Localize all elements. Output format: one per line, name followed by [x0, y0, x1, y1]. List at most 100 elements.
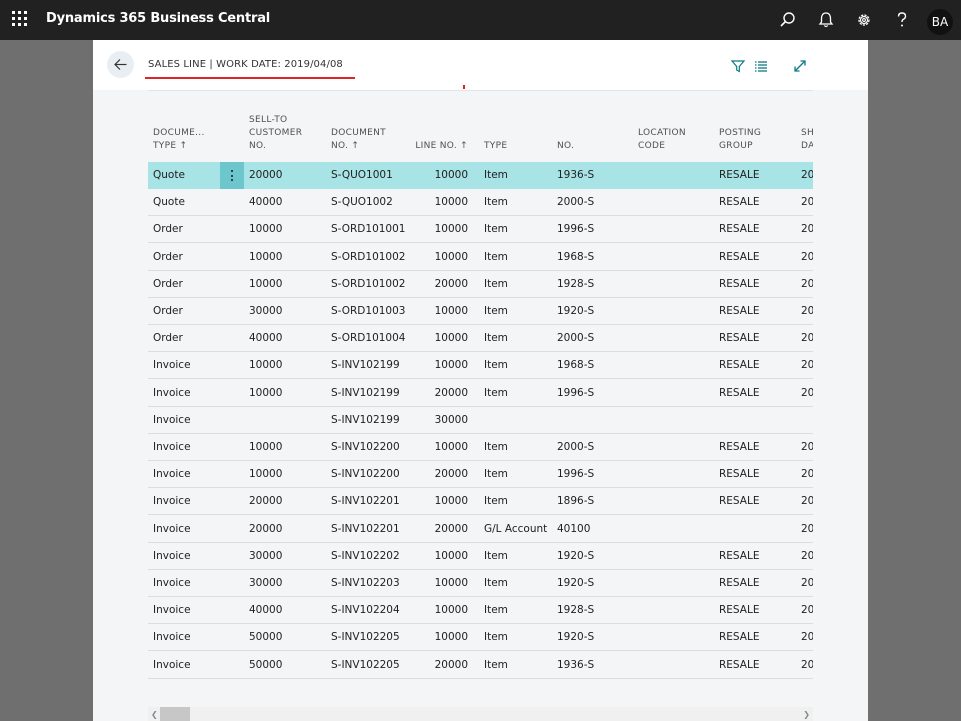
waffle-icon[interactable]: [12, 11, 28, 27]
cell-doc-type[interactable]: Invoice: [153, 359, 219, 371]
cell-line-no: 20000: [434, 386, 468, 399]
cell-doc-no[interactable]: S-INV102199: [331, 387, 411, 399]
cell-no: 1996-S: [557, 468, 595, 481]
table-row[interactable]: Invoice 50000 S-INV102205 20000 Item 1936-S RE…: [148, 652, 813, 679]
cell-doc-type[interactable]: Invoice: [153, 495, 219, 507]
table-row[interactable]: Invoice 10000 S-INV102199 10000 Item 1968-S RE…: [148, 352, 813, 380]
cell-shipment-date: 20: [801, 495, 813, 508]
table-row[interactable]: Order 40000 S-ORD101004 10000 Item 2000-S RESA…: [148, 325, 813, 353]
cell-doc-no[interactable]: S-INV102199: [331, 359, 411, 371]
cell-shipment-date: 20: [801, 577, 813, 589]
column-header-shipment-date[interactable]: SH DA: [801, 127, 813, 153]
dialog-header: SALES LINE | WORK DATE: 2019/04/08: [93, 40, 868, 90]
horizontal-scrollbar[interactable]: ❮ ❯: [148, 707, 813, 721]
column-header-location[interactable]: LOCATION CODE: [638, 127, 708, 153]
list-icon[interactable]: [753, 58, 769, 74]
column-header-customer[interactable]: SELL-TO CUSTOMER NO.: [249, 114, 324, 153]
column-header-posting-group[interactable]: POSTING GROUP: [719, 127, 789, 153]
row-menu-button[interactable]: [220, 162, 244, 189]
cell-doc-no[interactable]: S-INV102204: [331, 604, 411, 616]
column-header-line: TYPE: [484, 141, 508, 151]
cell-doc-no[interactable]: S-ORD101001: [331, 223, 411, 235]
cell-line-no: 20000: [434, 658, 468, 671]
table-row[interactable]: Invoice 30000 S-INV102202 10000 Item 1920-S RE…: [148, 543, 813, 570]
cell-no: 1936-S: [557, 169, 595, 181]
bell-icon[interactable]: [816, 10, 836, 30]
cell-doc-type[interactable]: Invoice: [153, 414, 219, 426]
cell-doc-type[interactable]: Order: [153, 332, 219, 344]
cell-doc-no[interactable]: S-INV102201: [331, 523, 411, 535]
cell-doc-type[interactable]: Invoice: [153, 631, 219, 643]
cell-customer: 50000: [249, 631, 283, 644]
cell-no: 1920-S: [557, 631, 595, 644]
cell-line-no: 30000: [434, 413, 468, 426]
column-header-no[interactable]: NO.: [557, 140, 627, 153]
cell-doc-no[interactable]: S-QUO1001: [331, 169, 411, 181]
cell-doc-no[interactable]: S-INV102199: [331, 414, 411, 426]
table-row[interactable]: Invoice 40000 S-INV102204 10000 Item 1928-S RE…: [148, 597, 813, 625]
cell-type: Item: [484, 631, 508, 644]
scroll-right-icon[interactable]: ❯: [803, 710, 810, 719]
cell-doc-no[interactable]: S-ORD101004: [331, 332, 411, 344]
cell-doc-no[interactable]: S-QUO1002: [331, 196, 411, 208]
table-row[interactable]: Quote 20000 S-QUO1001 10000 Item 1936-S RESALE…: [148, 162, 813, 189]
cell-doc-no[interactable]: S-ORD101002: [331, 251, 411, 263]
cell-doc-no[interactable]: S-ORD101002: [331, 278, 411, 290]
cell-doc-type[interactable]: Invoice: [153, 387, 219, 399]
search-icon[interactable]: [778, 10, 798, 30]
table-row[interactable]: Order 10000 S-ORD101002 20000 Item 1928-S RESA…: [148, 271, 813, 298]
filter-icon[interactable]: [730, 58, 746, 74]
table-row[interactable]: Order 10000 S-ORD101002 10000 Item 1968-S RESA…: [148, 244, 813, 271]
expand-icon[interactable]: [792, 58, 808, 74]
cell-doc-type[interactable]: Invoice: [153, 659, 219, 671]
cell-doc-type[interactable]: Invoice: [153, 441, 219, 453]
cell-doc-type[interactable]: Order: [153, 305, 219, 317]
cell-doc-no[interactable]: S-INV102200: [331, 468, 411, 480]
table-row[interactable]: Invoice 50000 S-INV102205 10000 Item 1920-S RE…: [148, 624, 813, 652]
cell-doc-no[interactable]: S-INV102202: [331, 550, 411, 562]
cell-doc-no[interactable]: S-INV102200: [331, 441, 411, 453]
cell-type: Item: [484, 332, 508, 345]
cell-doc-type[interactable]: Invoice: [153, 523, 219, 535]
back-button[interactable]: [107, 51, 134, 78]
cell-doc-no[interactable]: S-INV102205: [331, 659, 411, 671]
table-row[interactable]: Invoice 20000 S-INV102201 20000 G/L Account 4…: [148, 516, 813, 543]
back-arrow-icon: [114, 59, 127, 70]
cell-doc-type[interactable]: Invoice: [153, 604, 219, 616]
table-row[interactable]: Quote 40000 S-QUO1002 10000 Item 2000-S RESALE…: [148, 189, 813, 217]
cell-doc-type[interactable]: Invoice: [153, 577, 219, 589]
avatar[interactable]: BA: [927, 9, 953, 35]
cell-posting-group: RESALE: [719, 196, 760, 209]
gear-icon[interactable]: [854, 10, 874, 30]
cell-doc-no[interactable]: S-INV102205: [331, 631, 411, 643]
table-row[interactable]: Order 30000 S-ORD101003 10000 Item 1920-S RESA…: [148, 298, 813, 325]
column-header-doc-no[interactable]: DOCUMENT NO. ↑: [331, 127, 411, 153]
app-title[interactable]: Dynamics 365 Business Central: [46, 11, 270, 26]
column-header-doc-type[interactable]: DOCUME... TYPE ↑: [153, 127, 219, 153]
table-row[interactable]: Invoice 30000 S-INV102203 10000 Item 1920-S RE…: [148, 570, 813, 597]
table-row[interactable]: Invoice S-INV102199 30000: [148, 407, 813, 434]
cell-doc-type[interactable]: Invoice: [153, 550, 219, 562]
cell-doc-type[interactable]: Quote: [153, 196, 219, 208]
column-header-type[interactable]: TYPE: [484, 140, 554, 153]
table-row[interactable]: Invoice 10000 S-INV102200 10000 Item 2000-S RE…: [148, 434, 813, 461]
cell-doc-no[interactable]: S-INV102201: [331, 495, 411, 507]
cell-doc-no[interactable]: S-ORD101003: [331, 305, 411, 317]
cell-doc-no[interactable]: S-INV102203: [331, 577, 411, 589]
scrollbar-thumb[interactable]: [160, 707, 190, 721]
table-row[interactable]: Invoice 20000 S-INV102201 10000 Item 1896-S RE…: [148, 488, 813, 516]
cell-no: 2000-S: [557, 196, 595, 209]
table-row[interactable]: Invoice 10000 S-INV102199 20000 Item 1996-S RE…: [148, 380, 813, 407]
cell-no: 1968-S: [557, 359, 595, 372]
table-row[interactable]: Invoice 10000 S-INV102200 20000 Item 1996-S RE…: [148, 461, 813, 489]
help-icon[interactable]: [892, 10, 912, 30]
cell-doc-type[interactable]: Order: [153, 251, 219, 263]
column-header-line-no[interactable]: LINE NO. ↑: [406, 140, 468, 153]
cell-doc-type[interactable]: Order: [153, 278, 219, 290]
cell-doc-type[interactable]: Order: [153, 223, 219, 235]
cell-line-no: 10000: [434, 305, 468, 317]
table-row[interactable]: Order 10000 S-ORD101001 10000 Item 1996-S RESA…: [148, 216, 813, 244]
cell-doc-type[interactable]: Invoice: [153, 468, 219, 480]
scroll-left-icon[interactable]: ❮: [151, 710, 158, 719]
cell-doc-type[interactable]: Quote: [153, 169, 219, 181]
